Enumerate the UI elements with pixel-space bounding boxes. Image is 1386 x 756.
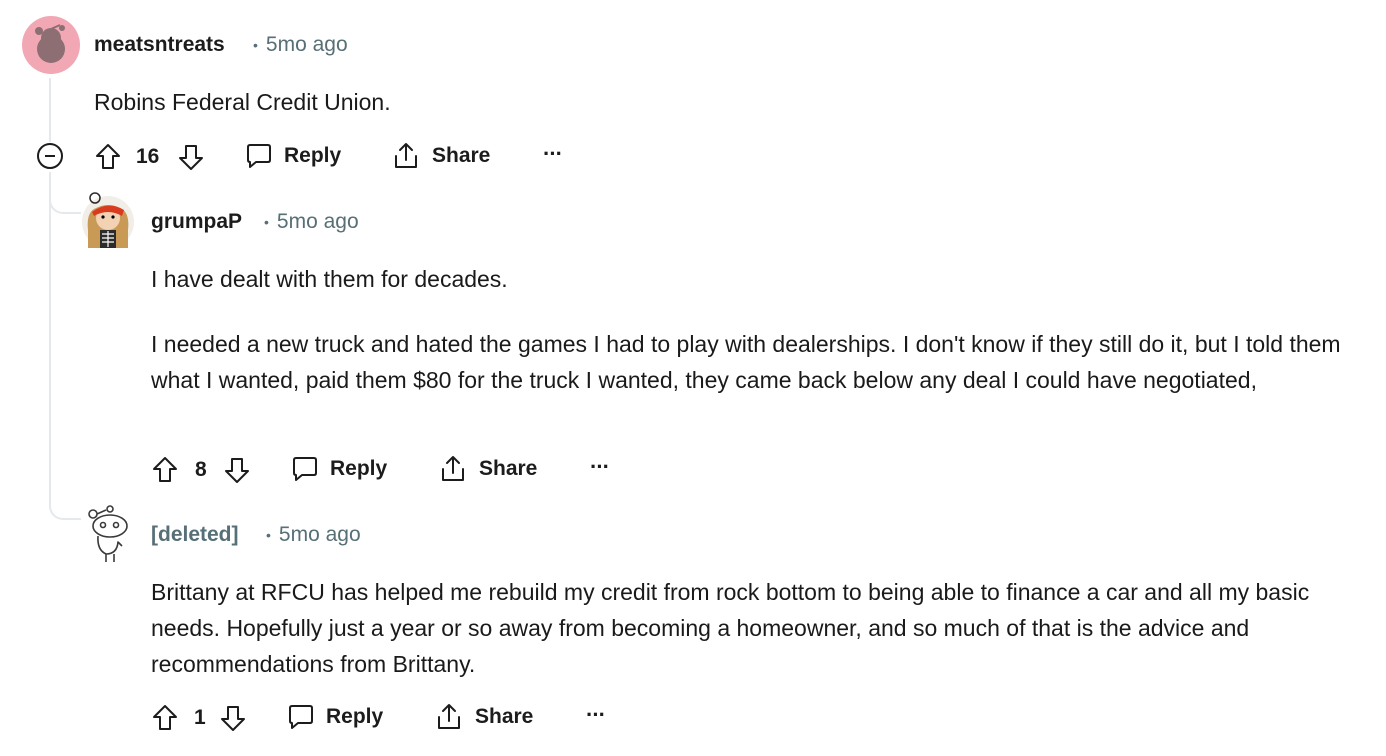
share-label: Share [432, 144, 491, 167]
reply-label: Reply [284, 144, 342, 167]
reply-label: Reply [326, 705, 384, 728]
avatar[interactable] [80, 190, 136, 250]
chat-bubble-icon [289, 705, 313, 729]
separator-dot: • [264, 214, 269, 231]
upvote-icon[interactable] [150, 703, 180, 733]
share-icon [395, 143, 417, 168]
vote-score: 16 [136, 145, 160, 168]
comment-body: Robins Federal Credit Union. [94, 84, 1334, 120]
comment-author[interactable]: grumpaP [151, 210, 242, 234]
downvote-icon[interactable] [222, 455, 252, 485]
thread-line-main [49, 78, 51, 142]
more-options-button[interactable]: ··· [543, 141, 563, 167]
avatar[interactable] [22, 16, 80, 74]
comment-paragraph: Brittany at RFCU has helped me rebuild m… [151, 579, 1310, 677]
separator-dot: • [266, 527, 271, 544]
downvote-icon[interactable] [218, 703, 248, 733]
comment-body: Brittany at RFCU has helped me rebuild m… [151, 574, 1366, 682]
share-button[interactable]: Share [434, 702, 533, 732]
share-button[interactable]: Share [438, 454, 537, 484]
comment-paragraph: I have dealt with them for decades. [151, 266, 508, 292]
vote-score: 1 [194, 706, 206, 729]
reply-label: Reply [330, 457, 388, 480]
share-icon [442, 456, 464, 481]
downvote-icon[interactable] [176, 142, 206, 172]
share-icon [438, 704, 460, 729]
avatar[interactable] [84, 504, 132, 564]
comment-author[interactable]: meatsntreats [94, 33, 225, 57]
upvote-icon[interactable] [93, 142, 123, 172]
comment-body: I have dealt with them for decades. I ne… [151, 261, 1351, 398]
thread-branch-1 [49, 196, 81, 214]
comment-timestamp: • 5mo ago [253, 33, 348, 57]
thread-line-children [49, 172, 51, 502]
chat-bubble-icon [247, 144, 271, 168]
comment-timestamp: • 5mo ago [266, 523, 361, 547]
upvote-icon[interactable] [150, 455, 180, 485]
chat-bubble-icon [293, 457, 317, 481]
more-options-button[interactable]: ··· [590, 454, 610, 480]
vote-score: 8 [195, 458, 207, 481]
share-label: Share [479, 457, 538, 480]
timestamp-text: 5mo ago [265, 33, 348, 56]
share-label: Share [475, 705, 534, 728]
comment-author: [deleted] [151, 523, 239, 546]
reply-button[interactable]: Reply [290, 454, 387, 484]
reply-button[interactable]: Reply [244, 141, 341, 171]
timestamp-text: 5mo ago [276, 210, 359, 233]
more-options-button[interactable]: ··· [586, 702, 606, 728]
timestamp-text: 5mo ago [278, 523, 361, 546]
comment-paragraph: Robins Federal Credit Union. [94, 89, 391, 115]
comment-timestamp: • 5mo ago [264, 210, 359, 234]
comment-paragraph: I needed a new truck and hated the games… [151, 331, 1341, 393]
share-button[interactable]: Share [391, 141, 490, 171]
reply-button[interactable]: Reply [286, 702, 383, 732]
separator-dot: • [253, 37, 258, 54]
thread-branch-2 [49, 502, 81, 520]
collapse-thread-button[interactable] [37, 143, 63, 169]
